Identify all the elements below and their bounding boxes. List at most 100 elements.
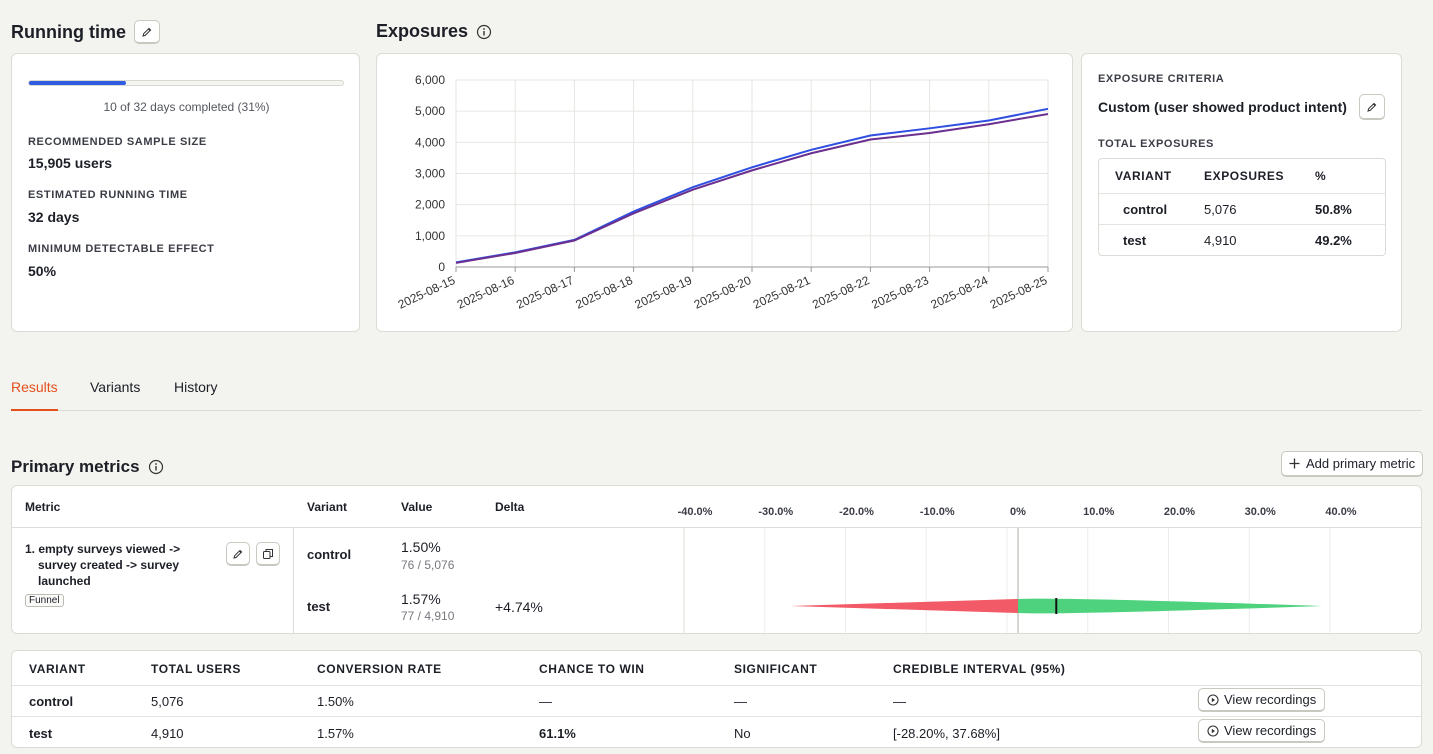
tab-variants[interactable]: Variants [90,379,140,395]
table-row: control 5,076 1.50% — — — View recording… [12,685,1421,716]
estimated-time-value: 32 days [28,209,80,225]
conversion-rate: 1.50% [317,694,354,709]
x-tick-label: 2025-08-20 [692,273,754,312]
results-header-row: VARIANT TOTAL USERS CONVERSION RATE CHAN… [12,651,1421,685]
exposure-pct: 49.2% [1315,232,1352,248]
delta-axis-tick: -20.0% [839,506,874,518]
delta-axis-tick: -10.0% [919,506,955,518]
delta-axis-tick: 20.0% [1163,506,1196,518]
interval-positive [1018,598,1323,614]
x-tick-label: 2025-08-18 [573,273,635,312]
primary-metrics-heading: Primary metrics [11,457,164,477]
progress-fill [29,81,127,85]
table-row: test 4,910 49.2% [1099,224,1385,255]
edit-running-time-button[interactable] [134,20,160,44]
progress-text: 10 of 32 days completed (31%) [103,100,270,114]
recommended-sample-value: 15,905 users [28,155,113,171]
view-recordings-label: View recordings [1224,723,1317,738]
play-icon [1207,693,1219,706]
header-conversion-rate: CONVERSION RATE [317,662,442,676]
x-tick-label: 2025-08-21 [751,273,813,312]
x-tick-label: 2025-08-23 [869,273,931,312]
exposures-title: Exposures [376,21,469,41]
x-tick-label: 2025-08-15 [396,273,458,312]
exposure-pct: 50.8% [1315,201,1352,217]
x-tick-label: 2025-08-19 [633,273,695,312]
exposure-count: 4,910 [1204,232,1237,248]
chance-to-win: — [539,694,552,709]
results-table: VARIANT TOTAL USERS CONVERSION RATE CHAN… [11,650,1422,748]
header-exposures: EXPOSURES [1204,169,1285,183]
header-total-users: TOTAL USERS [151,662,241,676]
significant: — [734,694,747,709]
progress-bar [28,80,344,86]
delta-axis-tick: -40.0% [677,506,713,518]
credible-interval: [-28.20%, 37.68%] [893,726,1000,741]
delta-chart [683,528,1331,633]
variant-name: control [29,694,74,709]
delta-axis-tick: 0% [1010,506,1026,518]
x-tick-label: 2025-08-24 [929,273,991,312]
info-icon[interactable] [148,459,164,475]
total-exposures-label: TOTAL EXPOSURES [1098,138,1214,150]
running-time-title: Running time [11,21,126,42]
tab-history[interactable]: History [174,379,218,395]
y-tick-label: 4,000 [415,135,445,149]
chance-to-win: 61.1% [539,726,576,741]
variant-name: control [1123,201,1168,217]
metrics-header-row: Metric Variant Value Delta -40.0% -30.0% -… [12,486,1421,528]
recommended-sample-label: RECOMMENDED SAMPLE SIZE [28,136,207,148]
view-recordings-button[interactable]: View recordings [1198,688,1326,712]
x-tick-label: 2025-08-17 [514,273,576,312]
header-variant: Variant [307,500,348,514]
significant: No [734,726,751,741]
header-pct: % [1315,169,1327,183]
tab-bar: Results Variants History [11,379,1422,411]
delta-axis-tick: 30.0% [1244,506,1276,518]
exposure-criteria-value: Custom (user showed product intent) [1098,99,1347,115]
header-variant: VARIANT [29,662,86,676]
running-time-card: 10 of 32 days completed (31%) RECOMMENDE… [11,53,360,332]
running-time-heading: Running time [11,20,160,44]
plus-icon [1289,458,1300,469]
play-icon [1207,724,1219,737]
y-tick-label: 0 [438,260,445,274]
delta-axis-tick: 10.0% [1083,506,1115,518]
variant-name: test [1123,232,1147,248]
y-tick-label: 3,000 [415,167,445,181]
table-row: test 4,910 1.57% 61.1% No [-28.20%, 37.6… [12,716,1421,747]
credible-interval: — [893,694,906,709]
pencil-icon [1367,102,1377,112]
mde-label: MINIMUM DETECTABLE EFFECT [28,243,215,255]
header-variant: VARIANT [1115,169,1172,183]
view-recordings-button[interactable]: View recordings [1198,719,1326,743]
header-value: Value [401,500,433,514]
pencil-icon [142,27,152,37]
header-significant: SIGNIFICANT [734,662,818,676]
interval-negative [790,599,1018,613]
x-tick-label: 2025-08-25 [988,273,1050,312]
conversion-rate: 1.57% [317,726,354,741]
exposures-chart: 6,0005,0004,0003,0002,0001,00002025-08-1… [396,73,1050,312]
edit-exposure-criteria-button[interactable] [1359,94,1385,120]
exposures-heading: Exposures [376,21,492,42]
add-primary-metric-button[interactable]: Add primary metric [1281,451,1424,477]
tab-results[interactable]: Results [11,379,58,411]
header-chance-to-win: CHANCE TO WIN [539,662,645,676]
header-delta: Delta [495,500,525,514]
exposures-table: VARIANT EXPOSURES % control 5,076 50.8% … [1098,158,1386,256]
y-tick-label: 6,000 [415,73,445,87]
table-row: control 5,076 50.8% [1099,193,1385,224]
mde-value: 50% [28,263,57,279]
view-recordings-label: View recordings [1224,692,1317,707]
delta-axis-tick: -30.0% [758,506,794,518]
header-metric: Metric [25,500,61,514]
exposure-count: 5,076 [1204,201,1237,217]
add-primary-metric-label: Add primary metric [1306,456,1416,471]
estimated-time-label: ESTIMATED RUNNING TIME [28,189,188,201]
exposures-chart-card: 6,000 5,000 4,000 3,000 2,000 1,000 0 2025-08-1… [376,53,1073,332]
info-icon[interactable] [476,24,492,40]
exposures-table-header: VARIANT EXPOSURES % [1099,159,1385,193]
y-tick-label: 2,000 [415,198,445,212]
total-users: 5,076 [151,694,184,709]
